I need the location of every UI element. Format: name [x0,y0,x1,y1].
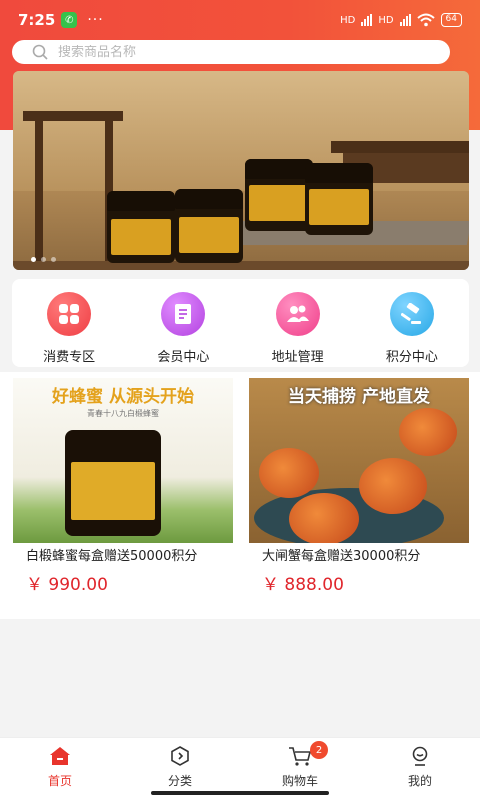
home-indicator[interactable] [151,791,329,795]
network-label-2: HD [378,14,394,26]
honey-jar-image [305,163,373,235]
tab-label: 购物车 [281,774,318,788]
banner-decor [331,141,469,153]
quick-nav: 消费专区 会员中心 地址管理 积分中心 [12,279,469,367]
product-image: 好蜂蜜 从源头开始 青春十八九白椴蜂蜜 [13,378,233,543]
jar-label [71,462,155,520]
phone-call-icon: ✆ [61,12,78,28]
nav-label: 地址管理 [271,350,324,365]
image-headline: 好蜂蜜 从源头开始 [52,387,194,407]
users-icon [275,292,320,336]
tab-label: 分类 [167,774,192,788]
banner-dot[interactable] [31,257,36,262]
honey-jar-image [107,191,175,263]
honey-jar-image [65,430,161,536]
status-time: 7:25 [18,11,56,29]
nav-item-points[interactable]: 积分中心 [355,279,469,367]
image-subtitle: 青春十八九白椴蜂蜜 [87,409,159,418]
profile-icon [412,746,428,766]
wifi-icon [416,13,435,27]
search-bar[interactable] [12,40,450,64]
image-headline: 当天捕捞 产地直发 [288,387,430,407]
crab-image [259,448,319,498]
nav-label: 消费专区 [43,350,96,365]
grid-icon [47,292,92,336]
crab-image [289,493,359,543]
tab-label: 我的 [407,774,432,788]
crab-image [399,408,457,456]
product-card[interactable]: 好蜂蜜 从源头开始 青春十八九白椴蜂蜜 白椴蜂蜜每盒赠送50000积分 ￥ 99… [13,378,233,595]
search-icon [32,44,48,60]
cart-badge: 2 [310,741,328,759]
signal-icon [361,14,373,26]
signal-icon-2 [399,14,411,26]
product-price: ￥ 888.00 [262,575,344,595]
category-icon [171,746,189,766]
honey-jar-image [175,189,243,263]
tab-profile[interactable]: 我的 [360,738,480,800]
gavel-icon [389,292,434,336]
document-icon [161,292,206,336]
cart-icon [289,747,312,766]
network-label-1: HD [340,14,356,26]
promo-banner[interactable] [13,71,469,270]
nav-label: 积分中心 [385,350,438,365]
product-price: ￥ 990.00 [26,575,108,595]
nav-item-member[interactable]: 会员中心 [126,279,240,367]
product-grid: 好蜂蜜 从源头开始 青春十八九白椴蜂蜜 白椴蜂蜜每盒赠送50000积分 ￥ 99… [0,372,480,619]
honey-jar-image [245,159,313,231]
banner-dot[interactable] [51,257,56,262]
battery-indicator: 64 [440,13,462,27]
nav-item-address[interactable]: 地址管理 [241,279,355,367]
product-image: 当天捕捞 产地直发 [249,378,469,543]
search-input[interactable] [58,44,418,60]
nav-item-consumption[interactable]: 消费专区 [12,279,126,367]
banner-pagination[interactable] [31,257,56,262]
nav-label: 会员中心 [157,350,210,365]
banner-decor [35,121,43,270]
more-notifications-icon: ··· [87,12,104,28]
status-bar: 7:25 ✆ ··· HD HD 64 [0,0,480,40]
banner-decor [13,261,469,270]
product-card[interactable]: 当天捕捞 产地直发 大闸蟹每盒赠送30000积分 ￥ 888.00 [249,378,469,595]
tab-home[interactable]: 首页 [0,738,120,800]
home-icon [50,747,70,765]
banner-decor [23,111,123,121]
product-name: 大闸蟹每盒赠送30000积分 [262,549,421,564]
tab-label: 首页 [47,774,72,788]
crab-image [359,458,427,514]
product-name: 白椴蜂蜜每盒赠送50000积分 [26,549,198,564]
banner-dot[interactable] [41,257,46,262]
